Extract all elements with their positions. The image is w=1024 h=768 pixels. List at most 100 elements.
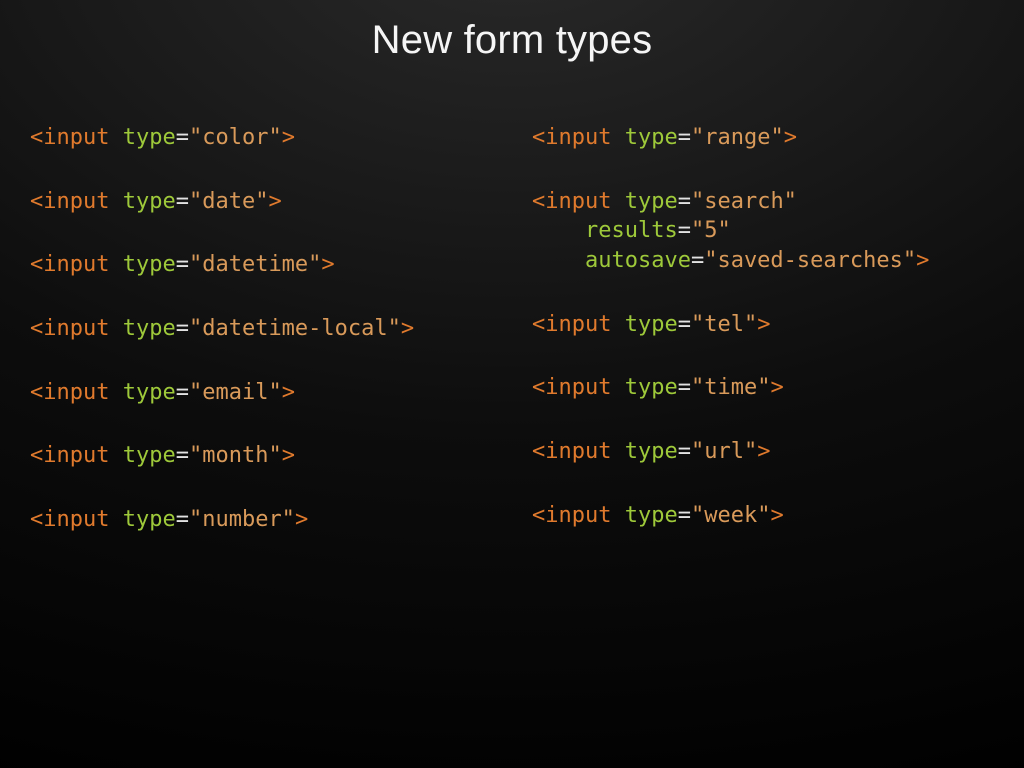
left-column: <input type="color"> <input type="date">…	[30, 123, 492, 535]
tag-name: input	[545, 439, 611, 464]
space	[611, 312, 624, 337]
code-input-datetime: <input type="datetime">	[30, 250, 492, 280]
code-input-month: <input type="month">	[30, 441, 492, 471]
tag-name: input	[43, 125, 109, 150]
attr-value: "email"	[189, 380, 282, 405]
code-input-url: <input type="url">	[532, 437, 994, 467]
slide: New form types <input type="color"> <inp…	[0, 0, 1024, 768]
equals: =	[678, 375, 691, 400]
tag-open: <	[30, 316, 43, 341]
columns: <input type="color"> <input type="date">…	[0, 63, 1024, 535]
tag-close: >	[784, 125, 797, 150]
attr-type: type	[625, 375, 678, 400]
tag-close: >	[268, 189, 281, 214]
tag-close: >	[770, 503, 783, 528]
space	[611, 125, 624, 150]
attr-type: type	[625, 189, 678, 214]
tag-close: >	[916, 248, 929, 273]
attr-value: "week"	[691, 503, 770, 528]
tag-name: input	[43, 316, 109, 341]
tag-name: input	[43, 252, 109, 277]
tag-name: input	[545, 312, 611, 337]
space	[611, 375, 624, 400]
attr-type: type	[123, 125, 176, 150]
tag-name: input	[43, 507, 109, 532]
attr-value: "date"	[189, 189, 268, 214]
attr-value: "search"	[691, 189, 797, 214]
attr-value: "number"	[189, 507, 295, 532]
tag-close: >	[282, 125, 295, 150]
space	[109, 507, 122, 532]
tag-open: <	[30, 380, 43, 405]
tag-open: <	[532, 375, 545, 400]
attr-type: type	[123, 443, 176, 468]
tag-open: <	[30, 252, 43, 277]
tag-close: >	[282, 380, 295, 405]
attr-type: type	[625, 125, 678, 150]
space	[109, 125, 122, 150]
code-input-number: <input type="number">	[30, 505, 492, 535]
space	[109, 380, 122, 405]
code-input-color: <input type="color">	[30, 123, 492, 153]
equals: =	[176, 316, 189, 341]
tag-close: >	[282, 443, 295, 468]
tag-name: input	[43, 443, 109, 468]
tag-open: <	[532, 125, 545, 150]
code-input-datetime-local: <input type="datetime-local">	[30, 314, 492, 344]
code-input-range: <input type="range">	[532, 123, 994, 153]
equals: =	[678, 312, 691, 337]
tag-open: <	[532, 312, 545, 337]
tag-open: <	[532, 189, 545, 214]
attr-autosave: autosave	[585, 248, 691, 273]
equals: =	[176, 252, 189, 277]
space	[109, 443, 122, 468]
slide-title: New form types	[0, 0, 1024, 63]
attr-value: "url"	[691, 439, 757, 464]
tag-close: >	[757, 312, 770, 337]
attr-type: type	[625, 503, 678, 528]
tag-open: <	[532, 503, 545, 528]
code-input-week: <input type="week">	[532, 501, 994, 531]
attr-results: results	[585, 218, 678, 243]
equals: =	[691, 248, 704, 273]
indent	[532, 218, 585, 243]
attr-value: "range"	[691, 125, 784, 150]
tag-name: input	[545, 189, 611, 214]
equals: =	[176, 189, 189, 214]
space	[109, 252, 122, 277]
attr-value: "time"	[691, 375, 770, 400]
space	[611, 439, 624, 464]
equals: =	[678, 218, 691, 243]
attr-value: "color"	[189, 125, 282, 150]
code-input-tel: <input type="tel">	[532, 310, 994, 340]
code-input-date: <input type="date">	[30, 187, 492, 217]
tag-open: <	[30, 443, 43, 468]
tag-name: input	[43, 189, 109, 214]
attr-type: type	[625, 312, 678, 337]
equals: =	[678, 125, 691, 150]
equals: =	[678, 189, 691, 214]
equals: =	[678, 503, 691, 528]
attr-type: type	[123, 380, 176, 405]
space	[109, 316, 122, 341]
tag-name: input	[43, 380, 109, 405]
tag-open: <	[532, 439, 545, 464]
space	[611, 503, 624, 528]
attr-type: type	[123, 507, 176, 532]
tag-open: <	[30, 125, 43, 150]
tag-name: input	[545, 125, 611, 150]
equals: =	[176, 380, 189, 405]
attr-value: "saved-searches"	[704, 248, 916, 273]
tag-close: >	[401, 316, 414, 341]
attr-value: "5"	[691, 218, 731, 243]
code-input-time: <input type="time">	[532, 373, 994, 403]
attr-value: "datetime-local"	[189, 316, 401, 341]
attr-value: "datetime"	[189, 252, 321, 277]
tag-name: input	[545, 375, 611, 400]
space	[109, 189, 122, 214]
tag-close: >	[295, 507, 308, 532]
tag-open: <	[30, 189, 43, 214]
equals: =	[176, 507, 189, 532]
space	[611, 189, 624, 214]
code-input-email: <input type="email">	[30, 378, 492, 408]
